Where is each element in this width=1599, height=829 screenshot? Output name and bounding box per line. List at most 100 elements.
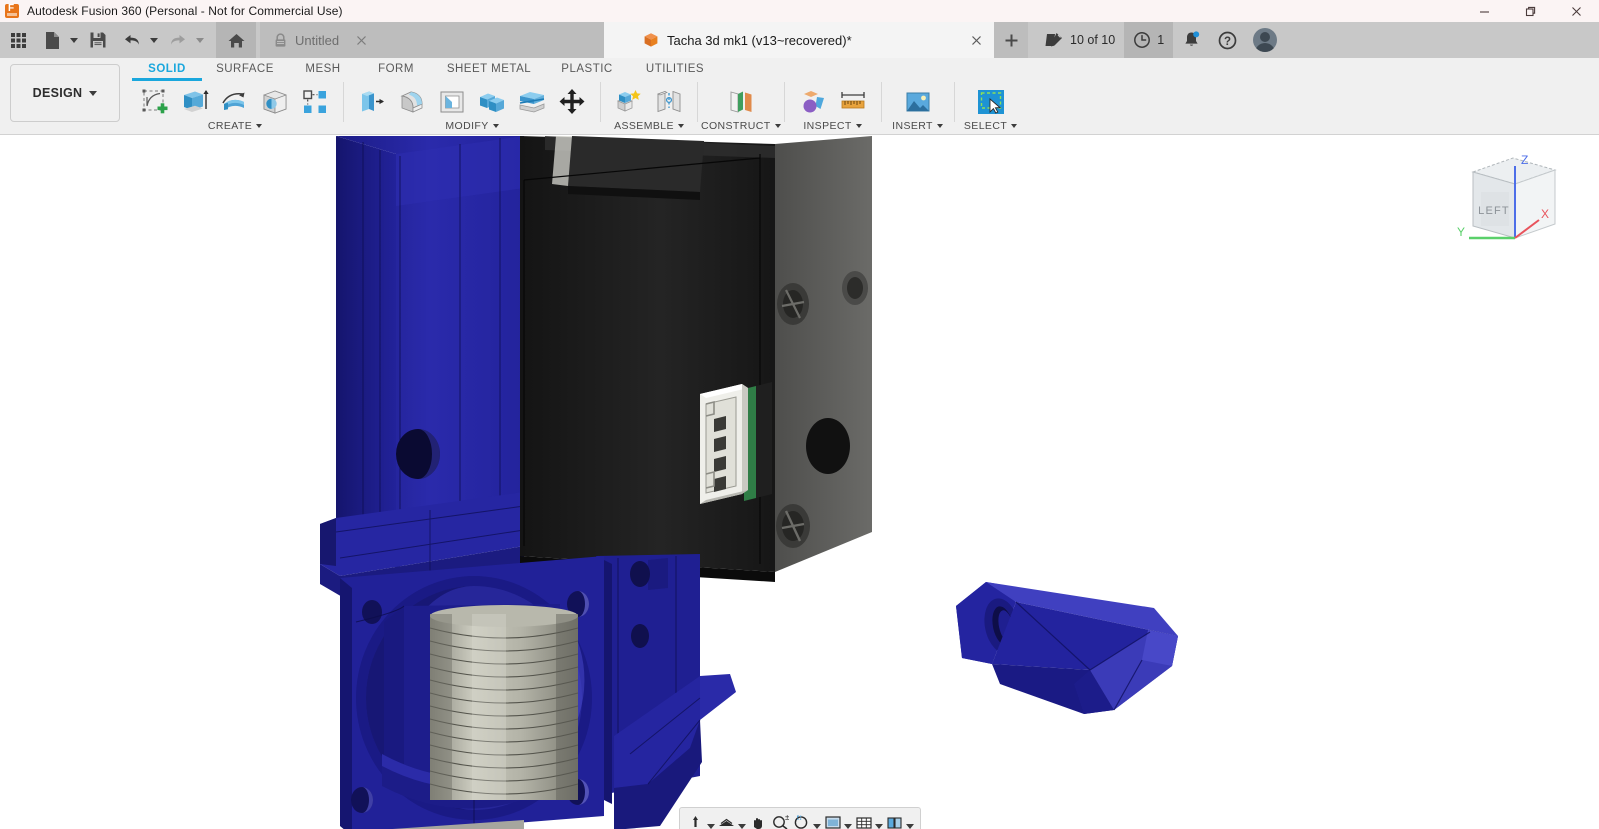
grid-snaps-icon[interactable]: [853, 807, 875, 829]
close-icon[interactable]: [353, 32, 369, 48]
grid-snaps-dropdown[interactable]: [875, 807, 884, 829]
document-tab-tacha3dmk1[interactable]: Tacha 3d mk1 (v13~recovered)*: [604, 22, 994, 58]
combine-icon[interactable]: [473, 83, 511, 121]
measure-icon[interactable]: [834, 83, 872, 121]
chevron-down-icon: [855, 124, 862, 128]
pan-icon[interactable]: [747, 807, 769, 829]
divider: [343, 82, 344, 122]
ribbon-tab-utilities[interactable]: UTILITIES: [630, 58, 720, 80]
insert-image-icon[interactable]: [899, 83, 937, 121]
home-button[interactable]: [216, 22, 256, 58]
ribbon-tab-solid[interactable]: SOLID: [132, 58, 202, 81]
save-icon[interactable]: [82, 24, 114, 56]
ribbon-tab-label: SOLID: [148, 63, 186, 75]
part-stepper-motor[interactable]: [520, 136, 872, 582]
part-threaded-cylinder[interactable]: [429, 605, 579, 800]
split-face-icon[interactable]: [513, 83, 551, 121]
undo-dropdown[interactable]: [148, 24, 160, 56]
ribbon-tab-sheet-metal[interactable]: SHEET METAL: [434, 58, 544, 80]
orbit-icon[interactable]: [685, 807, 707, 829]
restore-button[interactable]: [1507, 0, 1553, 22]
orbit-dropdown[interactable]: [707, 807, 716, 829]
press-pull-icon[interactable]: [353, 83, 391, 121]
account-button[interactable]: [1245, 22, 1285, 58]
close-button[interactable]: [1553, 0, 1599, 22]
ribbon-tab-mesh[interactable]: MESH: [288, 58, 358, 80]
ribbon-panels: CREATE MODIFY ASSEMBLE CONSTRUCT INSPECT…: [130, 82, 1024, 134]
part-lever-arm[interactable]: [956, 582, 1178, 714]
navigation-bar: ±: [678, 807, 921, 829]
fillet-icon[interactable]: [393, 83, 431, 121]
ribbon-tab-label: SHEET METAL: [446, 63, 532, 75]
ribbon-panel-assemble-dropdown[interactable]: ASSEMBLE: [614, 120, 684, 132]
revolve-icon[interactable]: [216, 83, 254, 121]
job-status-button[interactable]: 10 of 10: [1036, 22, 1124, 58]
look-at-icon[interactable]: [716, 807, 738, 829]
redo-icon[interactable]: [162, 24, 194, 56]
data-panel-grid-icon[interactable]: [2, 24, 34, 56]
joint-icon[interactable]: [650, 83, 688, 121]
new-file-icon[interactable]: [36, 24, 68, 56]
svg-text:?: ?: [1224, 36, 1231, 48]
ribbon-tab-surface[interactable]: SURFACE: [202, 58, 288, 80]
hole-icon[interactable]: [256, 83, 294, 121]
display-settings-icon[interactable]: [822, 807, 844, 829]
divider: [697, 82, 698, 122]
part-extruder-bracket-upper[interactable]: [320, 136, 525, 598]
shell-icon[interactable]: [433, 83, 471, 121]
view-cube-axis-x: X: [1541, 207, 1549, 221]
redo-dropdown[interactable]: [194, 24, 206, 56]
ribbon-panel-construct-dropdown[interactable]: CONSTRUCT: [701, 120, 781, 132]
ribbon-panel-select: SELECT: [958, 82, 1024, 132]
new-tab-button[interactable]: [994, 22, 1028, 58]
history-count: 1: [1157, 33, 1165, 47]
rectangular-pattern-icon[interactable]: [296, 83, 334, 121]
chevron-down-icon: [256, 124, 263, 128]
ribbon-tab-plastic[interactable]: PLASTIC: [544, 58, 630, 80]
minimize-button[interactable]: [1461, 0, 1507, 22]
display-settings-dropdown[interactable]: [844, 807, 853, 829]
workspace-switcher[interactable]: DESIGN: [10, 64, 120, 122]
extrude-icon[interactable]: [176, 83, 214, 121]
offset-plane-icon[interactable]: [722, 83, 760, 121]
ribbon-panel-inspect-dropdown[interactable]: INSPECT: [803, 120, 862, 132]
close-icon[interactable]: [968, 32, 984, 48]
zoom-icon[interactable]: ±: [769, 807, 791, 829]
fit-dropdown[interactable]: [813, 807, 822, 829]
document-tab-label: Untitled: [295, 32, 340, 48]
fusion360-logo-icon: [5, 3, 19, 18]
lock-icon: [274, 32, 287, 48]
ribbon-panel-create-dropdown[interactable]: CREATE: [207, 120, 263, 132]
ribbon-panel-select-dropdown[interactable]: SELECT: [963, 120, 1018, 132]
select-window-icon[interactable]: [972, 83, 1010, 121]
notifications-button[interactable]: [1173, 22, 1209, 58]
ribbon-panel-label: SELECT: [963, 120, 1008, 132]
document-tabs: Untitled Tacha 3d mk1 (v13~recovered)*: [260, 22, 1028, 58]
viewports-icon[interactable]: [884, 807, 906, 829]
help-icon: ?: [1218, 31, 1237, 50]
fit-icon[interactable]: [791, 807, 813, 829]
ribbon-panel-modify-dropdown[interactable]: MODIFY: [445, 120, 499, 132]
ribbon-tab-form[interactable]: FORM: [358, 58, 434, 80]
view-cube[interactable]: LEFT Z Y X: [1451, 144, 1581, 254]
look-at-dropdown[interactable]: [738, 807, 747, 829]
document-tab-untitled[interactable]: Untitled: [260, 22, 604, 58]
viewport-canvas[interactable]: LEFT Z Y X ±: [0, 136, 1599, 829]
move-copy-icon[interactable]: [553, 83, 591, 121]
help-button[interactable]: ?: [1209, 22, 1245, 58]
part-jst-connector[interactable]: [700, 382, 772, 504]
new-component-icon[interactable]: [610, 83, 648, 121]
model-3d-view[interactable]: [0, 136, 1599, 829]
interference-icon[interactable]: [794, 83, 832, 121]
undo-icon[interactable]: [116, 24, 148, 56]
history-button[interactable]: 1: [1124, 22, 1174, 58]
ribbon-panel-insert-dropdown[interactable]: INSERT: [892, 120, 943, 132]
new-file-dropdown[interactable]: [68, 24, 80, 56]
chevron-down-icon: [89, 90, 98, 96]
divider: [880, 82, 882, 122]
quick-access-bar: Untitled Tacha 3d mk1 (v13~recovered)* 1…: [0, 22, 1599, 58]
create-sketch-icon[interactable]: [136, 83, 174, 121]
viewports-dropdown[interactable]: [906, 807, 915, 829]
ribbon-panel-label: MODIFY: [445, 120, 489, 132]
ribbon-panel-label: CREATE: [207, 120, 253, 132]
